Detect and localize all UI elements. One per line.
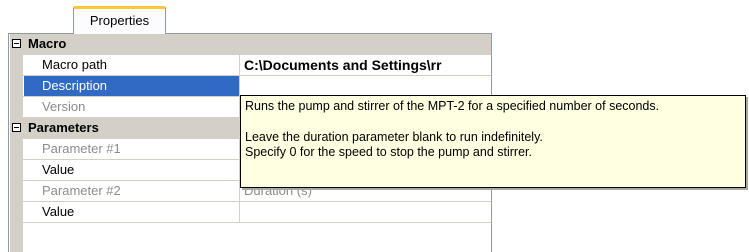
row-description[interactable]: Description [10, 76, 491, 97]
row-value-2[interactable]: Value [10, 202, 491, 223]
category-label: Parameters [28, 120, 99, 135]
property-name-selected[interactable]: Description [24, 76, 240, 96]
tooltip-line: Specify 0 for the speed to stop the pump… [245, 145, 532, 159]
collapse-icon[interactable] [12, 123, 21, 132]
collapse-icon[interactable] [12, 39, 21, 48]
tooltip-line: Runs the pump and stirrer of the MPT-2 f… [245, 99, 660, 113]
tooltip-line: Leave the duration parameter blank to ru… [245, 129, 543, 144]
property-name[interactable]: Parameter #2 [24, 181, 240, 201]
property-name[interactable]: Value [24, 160, 240, 180]
property-value[interactable]: C:\Documents and Settings\rr [240, 55, 491, 75]
category-macro[interactable]: Macro [10, 34, 491, 55]
property-value[interactable] [240, 76, 491, 96]
property-name[interactable]: Version [24, 97, 240, 117]
property-name[interactable]: Parameter #1 [24, 139, 240, 159]
row-macro-path[interactable]: Macro path C:\Documents and Settings\rr [10, 55, 491, 76]
category-label: Macro [28, 36, 67, 51]
description-tooltip: Runs the pump and stirrer of the MPT-2 f… [240, 95, 746, 188]
property-value[interactable] [240, 202, 491, 222]
property-name[interactable]: Macro path [24, 55, 240, 75]
property-name[interactable]: Value [24, 202, 240, 222]
tab-properties[interactable]: Properties [73, 6, 166, 34]
